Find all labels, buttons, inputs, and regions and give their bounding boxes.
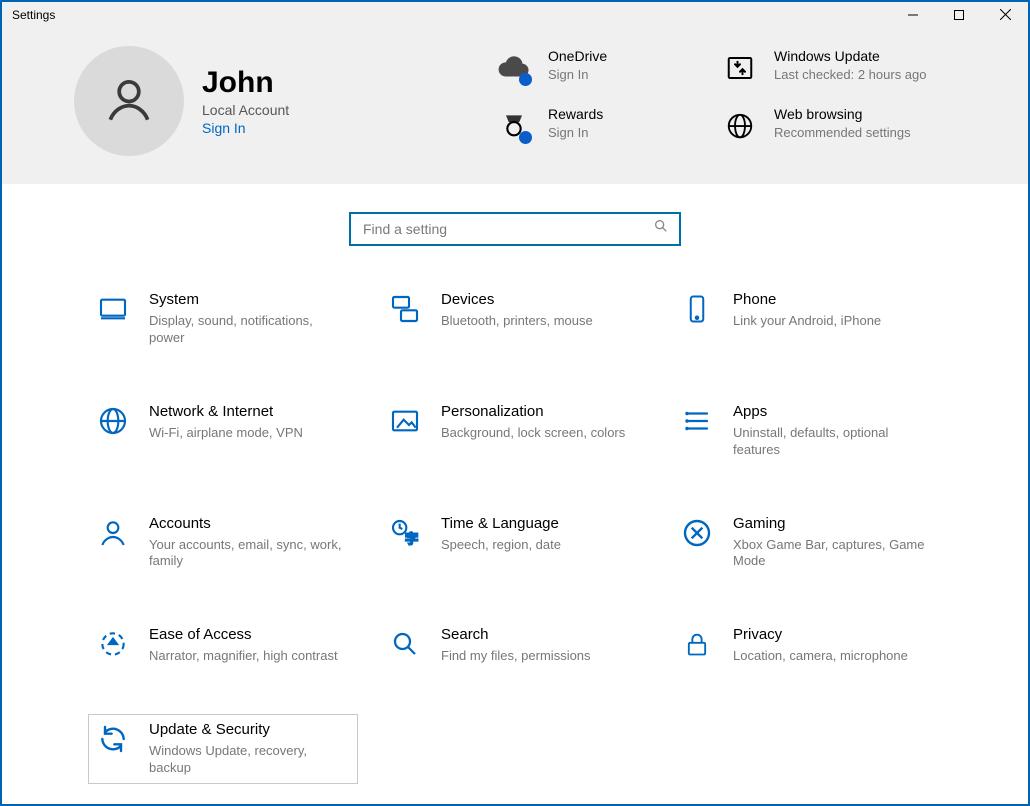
search-icon — [387, 626, 423, 662]
settings-window: Settings John Local Account Sign — [0, 0, 1030, 806]
category-devices[interactable]: Devices Bluetooth, printers, mouse — [380, 284, 650, 354]
category-title: Privacy — [733, 626, 908, 644]
category-subtitle: Windows Update, recovery, backup — [149, 743, 351, 777]
banner-tile-windows-update[interactable]: Windows Update Last checked: 2 hours ago — [720, 48, 930, 88]
apps-icon — [679, 403, 715, 439]
category-title: Gaming — [733, 515, 935, 533]
system-icon — [95, 291, 131, 327]
accounts-icon — [95, 515, 131, 551]
minimize-button[interactable] — [890, 2, 936, 28]
category-subtitle: Your accounts, email, sync, work, family — [149, 537, 351, 571]
category-update-security[interactable]: Update & Security Windows Update, recover… — [88, 714, 358, 784]
category-title: Devices — [441, 291, 593, 309]
search-wrap — [2, 184, 1028, 254]
category-subtitle: Link your Android, iPhone — [733, 313, 881, 330]
update-icon — [95, 721, 131, 757]
titlebar: Settings — [2, 2, 1028, 28]
banner-tile-onedrive[interactable]: OneDrive Sign In — [494, 48, 694, 88]
privacy-icon — [679, 626, 715, 662]
search-icon — [653, 218, 669, 239]
rewards-icon — [494, 106, 534, 146]
category-time-language[interactable]: 字 Time & Language Speech, region, date — [380, 508, 650, 578]
network-icon — [95, 403, 131, 439]
categories-grid: System Display, sound, notifications, pow… — [2, 254, 1028, 804]
user-signin-link[interactable]: Sign In — [202, 120, 289, 136]
window-buttons — [890, 2, 1028, 28]
tile-subtitle: Sign In — [548, 67, 607, 83]
category-title: Ease of Access — [149, 626, 338, 644]
tile-title: Web browsing — [774, 106, 911, 123]
gaming-icon — [679, 515, 715, 551]
category-title: Update & Security — [149, 721, 351, 739]
category-system[interactable]: System Display, sound, notifications, pow… — [88, 284, 358, 354]
ease-icon — [95, 626, 131, 662]
tile-title: Windows Update — [774, 48, 927, 65]
category-subtitle: Speech, region, date — [441, 537, 561, 554]
tile-title: Rewards — [548, 106, 603, 123]
category-phone[interactable]: Phone Link your Android, iPhone — [672, 284, 942, 354]
devices-icon — [387, 291, 423, 327]
category-subtitle: Uninstall, defaults, optional features — [733, 425, 935, 459]
category-title: Phone — [733, 291, 881, 309]
category-title: Network & Internet — [149, 403, 303, 421]
tile-subtitle: Recommended settings — [774, 125, 911, 141]
banner-tiles: OneDrive Sign In Windows Update Last checke… — [494, 46, 956, 156]
search-box[interactable] — [349, 212, 681, 246]
search-input[interactable] — [361, 220, 653, 238]
category-subtitle: Location, camera, microphone — [733, 648, 908, 665]
category-subtitle: Background, lock screen, colors — [441, 425, 625, 442]
banner-tile-rewards[interactable]: Rewards Sign In — [494, 106, 694, 146]
svg-text:字: 字 — [405, 531, 418, 546]
category-title: Apps — [733, 403, 935, 421]
category-network-internet[interactable]: Network & Internet Wi-Fi, airplane mode, … — [88, 396, 358, 466]
phone-icon — [679, 291, 715, 327]
category-title: System — [149, 291, 351, 309]
window-title: Settings — [12, 8, 55, 22]
account-banner: John Local Account Sign In OneDrive Sign … — [2, 28, 1028, 184]
category-subtitle: Display, sound, notifications, power — [149, 313, 351, 347]
personal-icon — [387, 403, 423, 439]
category-subtitle: Bluetooth, printers, mouse — [441, 313, 593, 330]
tile-subtitle: Last checked: 2 hours ago — [774, 67, 927, 83]
category-subtitle: Wi-Fi, airplane mode, VPN — [149, 425, 303, 442]
maximize-button[interactable] — [936, 2, 982, 28]
category-title: Personalization — [441, 403, 625, 421]
category-apps[interactable]: Apps Uninstall, defaults, optional featur… — [672, 396, 942, 466]
user-subtitle: Local Account — [202, 102, 289, 118]
category-subtitle: Xbox Game Bar, captures, Game Mode — [733, 537, 935, 571]
category-search[interactable]: Search Find my files, permissions — [380, 619, 650, 672]
user-name: John — [202, 66, 289, 100]
category-title: Time & Language — [441, 515, 561, 533]
time-icon: 字 — [387, 515, 423, 551]
status-dot-icon — [519, 131, 532, 144]
category-ease-of-access[interactable]: Ease of Access Narrator, magnifier, high … — [88, 619, 358, 672]
tile-title: OneDrive — [548, 48, 607, 65]
tile-subtitle: Sign In — [548, 125, 603, 141]
category-subtitle: Narrator, magnifier, high contrast — [149, 648, 338, 665]
close-button[interactable] — [982, 2, 1028, 28]
user-block: John Local Account Sign In — [74, 46, 494, 156]
category-gaming[interactable]: Gaming Xbox Game Bar, captures, Game Mode — [672, 508, 942, 578]
banner-tile-web-browsing[interactable]: Web browsing Recommended settings — [720, 106, 930, 146]
category-privacy[interactable]: Privacy Location, camera, microphone — [672, 619, 942, 672]
category-subtitle: Find my files, permissions — [441, 648, 591, 665]
category-title: Accounts — [149, 515, 351, 533]
category-personalization[interactable]: Personalization Background, lock screen, … — [380, 396, 650, 466]
avatar — [74, 46, 184, 156]
globe-icon — [720, 106, 760, 146]
sync-icon — [720, 48, 760, 88]
category-accounts[interactable]: Accounts Your accounts, email, sync, work… — [88, 508, 358, 578]
status-dot-icon — [519, 73, 532, 86]
category-title: Search — [441, 626, 591, 644]
cloud-icon — [494, 48, 534, 88]
